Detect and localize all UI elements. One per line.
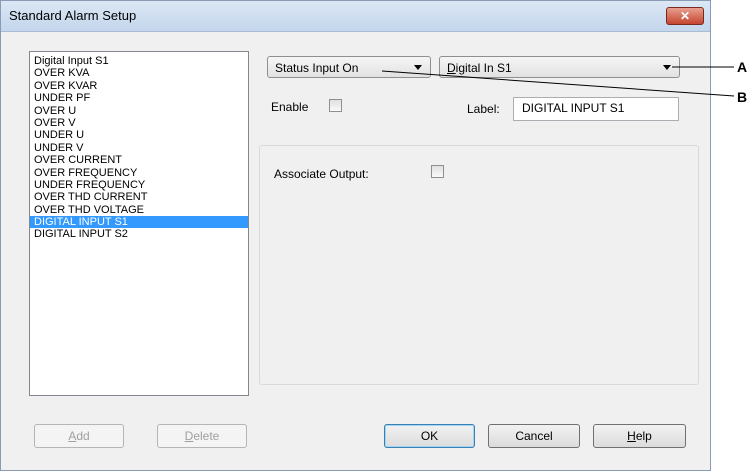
callout-lines	[381, 66, 735, 97]
callout-label-a: A	[737, 59, 748, 75]
callout-label-b: B	[737, 89, 748, 105]
callout-line-b	[381, 70, 735, 97]
